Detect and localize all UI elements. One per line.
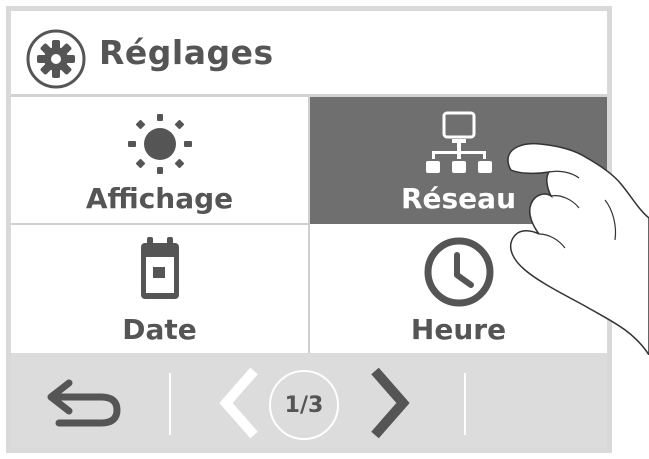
tile-reseau[interactable]: Réseau [310,97,607,224]
settings-screen: Réglages Affichage Réseau Date Heure 1/3 [6,6,612,453]
page-title: Réglages [99,33,274,72]
page-indicator: 1/3 [269,370,339,440]
tile-label: Affichage [85,182,234,215]
calendar-icon [140,237,179,299]
page-indicator-text: 1/3 [284,393,324,418]
chevron-left-icon[interactable] [216,367,264,439]
network-icon [425,111,492,173]
settings-grid: Affichage Réseau Date Heure [11,97,607,353]
tile-heure[interactable]: Heure [310,225,607,353]
gear-icon [26,29,86,89]
footer-bar: 1/3 [11,353,607,448]
tile-label: Réseau [400,182,517,215]
chevron-right-icon[interactable] [365,367,413,439]
tile-label: Date [122,313,197,346]
tile-label: Heure [410,313,507,346]
sun-icon [127,114,192,174]
footer-divider [464,373,466,435]
clock-icon [424,237,493,307]
tile-date[interactable]: Date [11,225,310,353]
tile-affichage[interactable]: Affichage [11,97,310,225]
back-arrow-icon[interactable] [39,377,129,429]
header: Réglages [11,11,607,97]
footer-divider [169,373,171,435]
